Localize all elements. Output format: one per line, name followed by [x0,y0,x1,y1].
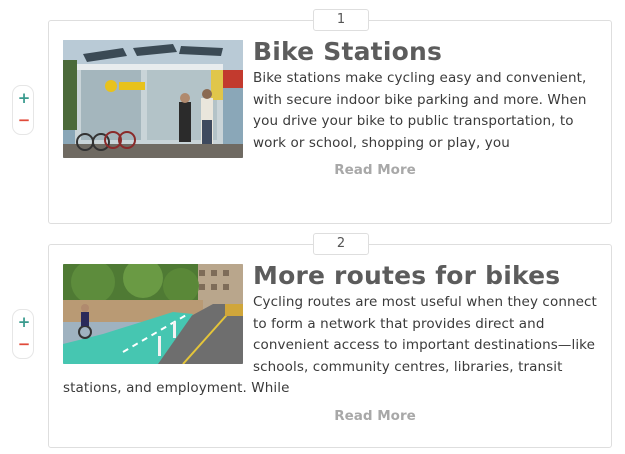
bike-route-image [63,264,243,364]
add-item-button[interactable]: + [17,315,31,330]
bike-station-image [63,40,243,158]
item-card: More routes for bikes Cycling routes are… [48,244,612,448]
reorder-controls: + − [12,309,34,359]
remove-item-button[interactable]: − [17,113,31,128]
read-more-link[interactable]: Read More [63,162,597,178]
remove-item-button[interactable]: − [17,337,31,352]
item-card: Bike Stations Bike stations make cycling… [48,20,612,224]
item-number: 1 [313,9,369,31]
reorder-controls: + − [12,85,34,135]
read-more-link[interactable]: Read More [63,408,597,424]
item-number: 2 [313,233,369,255]
add-item-button[interactable]: + [17,91,31,106]
